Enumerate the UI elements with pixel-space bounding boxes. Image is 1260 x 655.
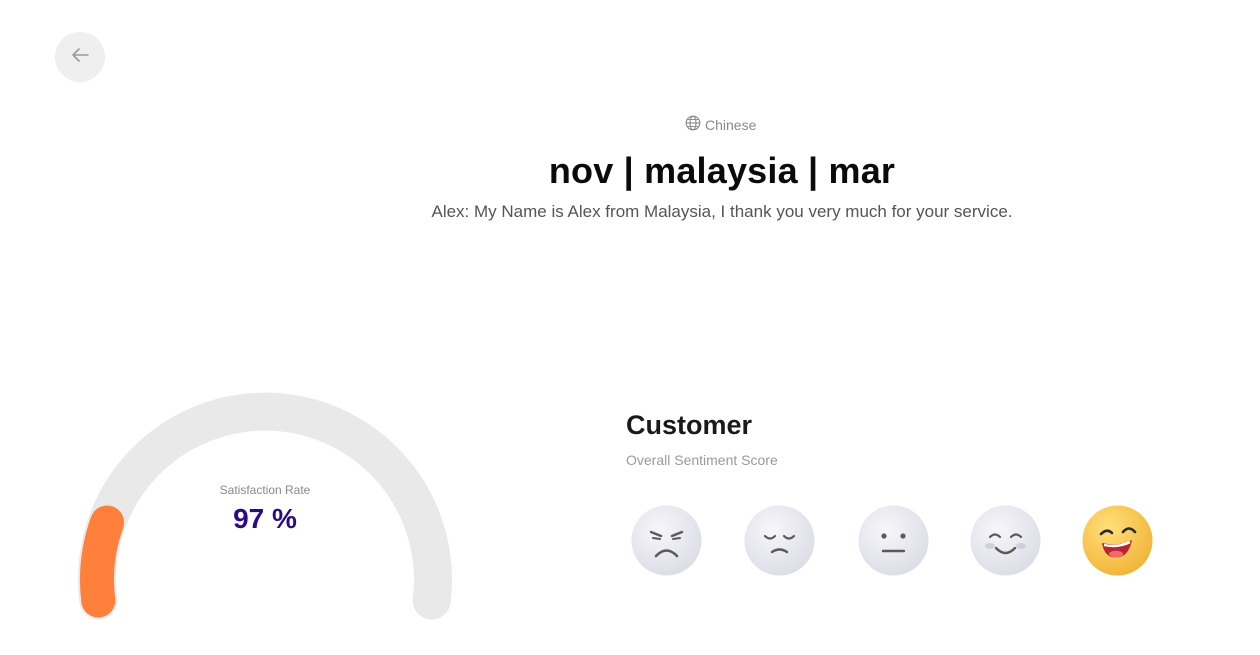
- back-button[interactable]: [55, 32, 105, 82]
- arrow-left-icon: [71, 47, 89, 67]
- page-title: nov | malaysia | mar: [548, 150, 896, 191]
- language-indicator[interactable]: Chinese: [685, 115, 756, 134]
- gauge-arc: [78, 392, 452, 620]
- transcript-line: Alex: My Name is Alex from Malaysia, I t…: [431, 202, 1013, 221]
- customer-title: Customer: [626, 410, 753, 440]
- sad-face-icon[interactable]: [744, 505, 815, 576]
- smiling-face-icon[interactable]: [970, 505, 1041, 576]
- happy-face-icon[interactable]: [1082, 505, 1153, 576]
- language-label: Chinese: [705, 116, 757, 133]
- globe-icon: [685, 115, 701, 134]
- angry-face-icon[interactable]: [631, 505, 702, 576]
- gauge-label: Satisfaction Rate: [219, 483, 311, 497]
- sentiment-subtitle: Overall Sentiment Score: [626, 452, 778, 468]
- satisfaction-gauge: Satisfaction Rate 97 %: [60, 375, 480, 625]
- neutral-face-icon[interactable]: [858, 505, 929, 576]
- gauge-value: 97 %: [233, 503, 297, 534]
